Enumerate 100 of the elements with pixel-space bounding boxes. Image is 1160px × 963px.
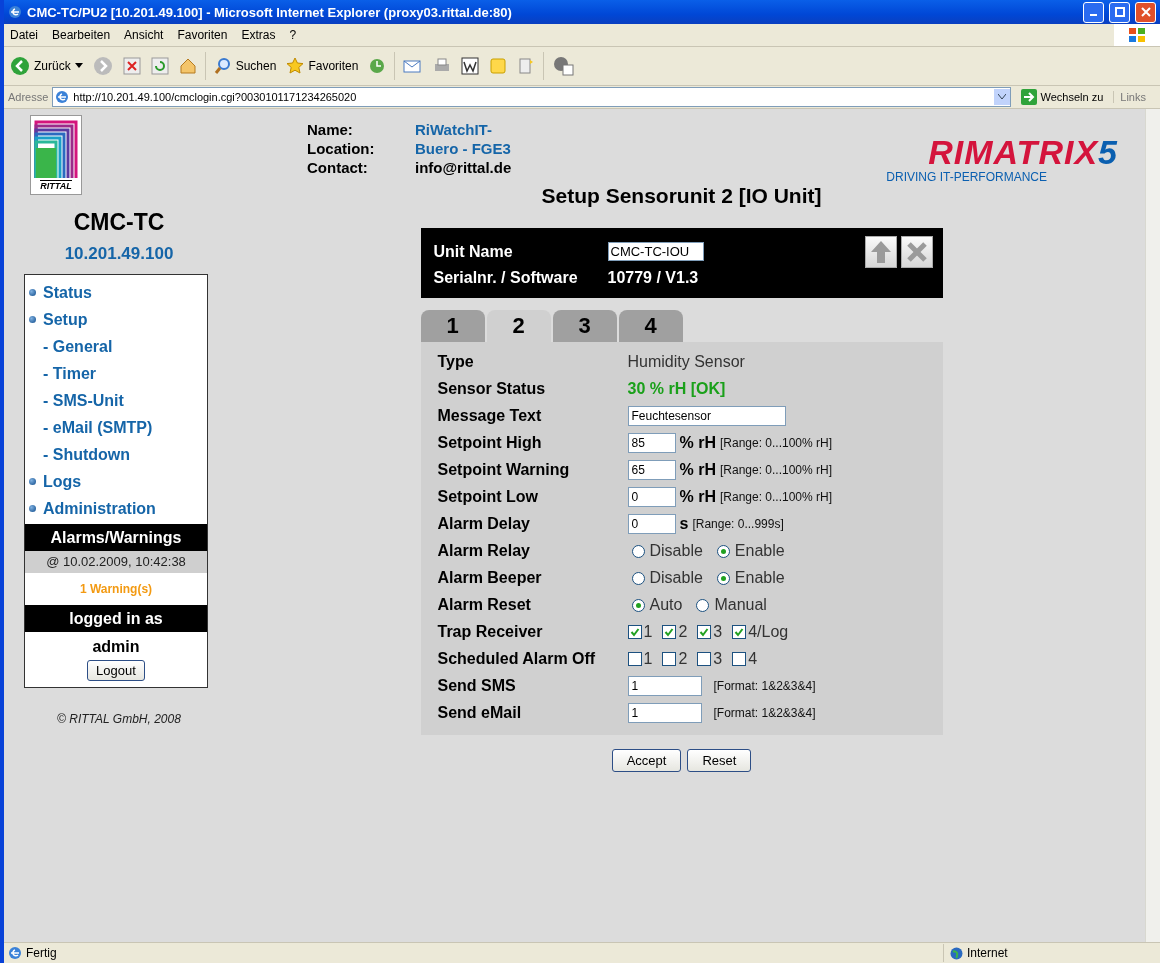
search-button[interactable]: Suchen <box>211 55 279 77</box>
menu-item[interactable]: Datei <box>10 28 38 42</box>
input-field[interactable]: 0 <box>627 487 676 508</box>
input-field[interactable]: 65 <box>627 460 676 481</box>
stop-button[interactable] <box>120 55 143 77</box>
input-field[interactable]: 1 <box>627 676 702 697</box>
input-field[interactable]: 1 <box>627 703 702 724</box>
checkbox[interactable] <box>697 652 712 667</box>
menu-item[interactable]: ? <box>289 28 297 42</box>
tab[interactable]: 1 <box>420 309 485 342</box>
option-label: 2 <box>678 650 688 669</box>
maximize-button[interactable] <box>1109 1 1130 23</box>
field-label: Setpoint Low <box>437 488 539 507</box>
tab[interactable]: 3 <box>552 309 617 342</box>
field-label: Alarm Delay <box>437 515 531 534</box>
field-label: Scheduled Alarm Off <box>437 650 597 669</box>
page-title: Setup Sensorunit 2 [IO Unit] <box>540 183 823 208</box>
option-label: Disable <box>649 569 703 588</box>
form-button[interactable]: Reset <box>687 748 752 772</box>
zone-text: Internet <box>967 946 1008 960</box>
nav-link[interactable]: - Shutdown <box>25 441 207 468</box>
links-button[interactable]: Links <box>1113 91 1160 103</box>
address-field[interactable]: http://10.201.49.100/cmclogin.cgi?0030101171234265020 <box>52 87 1011 107</box>
nav-link[interactable]: - Timer <box>25 360 207 387</box>
field-value: Humidity Sensor <box>627 353 745 372</box>
delete-button[interactable] <box>900 235 933 268</box>
checkbox[interactable] <box>697 625 712 640</box>
status-value: 30 % rH [OK] <box>627 380 726 399</box>
field-label: Alarm Relay <box>437 542 531 561</box>
dropdown-button[interactable] <box>993 89 1010 105</box>
tab[interactable]: 4 <box>618 309 683 342</box>
info-value: Buero - FGE3 <box>415 140 512 157</box>
up-arrow-button[interactable] <box>864 235 897 268</box>
checkbox[interactable] <box>627 652 642 667</box>
serial-label: Serialnr. / Software <box>433 268 579 287</box>
menu-item[interactable]: Ansicht <box>124 28 164 42</box>
nav-link[interactable]: - SMS-Unit <box>25 387 207 414</box>
option-label: Manual <box>714 596 767 615</box>
checkbox[interactable] <box>732 625 747 640</box>
menu-item[interactable]: Favoriten <box>177 28 228 42</box>
option-label: 1 <box>643 650 653 669</box>
browser-icon <box>8 946 22 960</box>
checkbox[interactable] <box>662 652 677 667</box>
edit-button[interactable] <box>459 55 482 77</box>
form-button[interactable]: Accept <box>611 748 682 772</box>
nav-link[interactable]: Setup <box>25 306 207 333</box>
checkbox[interactable] <box>662 625 677 640</box>
go-button[interactable]: Wechseln zu <box>1014 89 1110 105</box>
checkbox[interactable] <box>627 625 642 640</box>
field-label: Message Text <box>437 407 543 426</box>
close-button[interactable] <box>1135 1 1156 23</box>
tab[interactable]: 2 <box>486 309 551 342</box>
radio-button[interactable] <box>716 544 730 558</box>
range-hint: [Range: 0...100% rH] <box>719 436 832 451</box>
unit-name-field[interactable]: CMC-TC-IOU <box>607 242 704 262</box>
info-label: Name: <box>307 121 354 138</box>
nav-link[interactable]: - eMail (SMTP) <box>25 414 207 441</box>
option-label: 3 <box>713 623 723 642</box>
logout-button[interactable]: Logout <box>87 660 145 681</box>
search-icon <box>213 57 232 75</box>
warning-count: 1 Warning(s) <box>78 581 154 598</box>
field-label: Type <box>437 353 475 372</box>
menu-item[interactable]: Extras <box>241 28 276 42</box>
info-value: info@rittal.de <box>415 159 512 176</box>
company-logo: RITTAL <box>30 115 82 195</box>
info-label: Contact: <box>307 159 369 176</box>
input-field[interactable]: 0 <box>627 514 676 535</box>
nav-link[interactable]: - General <box>25 333 207 360</box>
minimize-button[interactable] <box>1083 1 1104 23</box>
radio-button[interactable] <box>631 571 645 585</box>
arrow-icon <box>1020 89 1037 105</box>
radio-button[interactable] <box>696 598 710 612</box>
input-field[interactable]: Feuchtesensor <box>627 406 786 427</box>
option-label: 4/Log <box>748 623 789 642</box>
format-hint: [Format: 1&2&3&4] <box>713 706 816 721</box>
option-label: Enable <box>734 569 785 588</box>
scrollbar[interactable] <box>1145 109 1160 942</box>
window-title: CMC-TC/PU2 [10.201.49.100] - Microsoft Internet Explorer (proxy03.rittal.de:80) <box>27 4 513 20</box>
favorites-button[interactable]: Favoriten <box>284 55 361 77</box>
nav-link[interactable]: Administration <box>25 495 207 522</box>
range-hint: [Range: 0...100% rH] <box>719 463 832 478</box>
checkbox[interactable] <box>732 652 747 667</box>
nav-link[interactable]: Status <box>25 279 207 306</box>
field-label: Send eMail <box>437 704 523 723</box>
close-icon <box>1140 7 1151 17</box>
radio-button[interactable] <box>631 598 645 612</box>
menu-item[interactable]: Bearbeiten <box>52 28 111 42</box>
option-label: 1 <box>643 623 653 642</box>
nav-link[interactable]: Logs <box>25 468 207 495</box>
maximize-icon <box>1114 7 1125 17</box>
radio-button[interactable] <box>631 544 645 558</box>
session-heading: logged in as <box>25 605 207 632</box>
field-label: Send SMS <box>437 677 517 696</box>
radio-button[interactable] <box>716 571 730 585</box>
refresh-button[interactable] <box>148 55 171 77</box>
globe-icon <box>950 946 963 960</box>
field-label: Sensor Status <box>437 380 547 399</box>
back-button[interactable]: Zurück <box>8 54 85 78</box>
input-field[interactable]: 85 <box>627 433 676 454</box>
brand-wordmark: RIMATRIX <box>928 137 1099 168</box>
